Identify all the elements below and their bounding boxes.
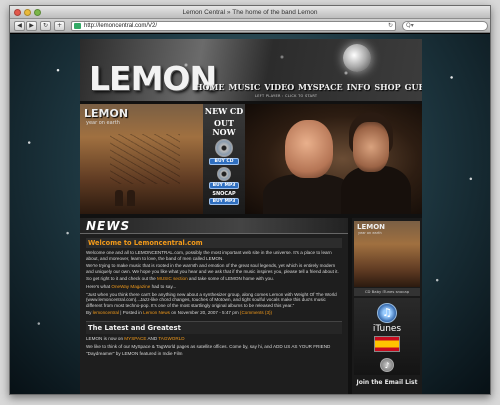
myspace-link[interactable]: MYSPACE	[124, 336, 146, 341]
text-span: AND	[146, 335, 159, 341]
browser-window: Lemon Central » The home of the band Lem…	[9, 5, 491, 395]
main-nav: Home Music Video MySpace Info Shop Guest…	[195, 82, 422, 92]
itunes-note-icon: ♪	[380, 358, 394, 372]
album-subtitle: year on earth	[86, 120, 120, 126]
site-container: LEMON Home Music Video MySpace Info Shop…	[80, 39, 422, 394]
post-paragraph-2: We're trying to make music that is roote…	[86, 263, 339, 274]
figure-silhouette	[127, 190, 135, 206]
itunes-label: iTunes	[372, 324, 402, 334]
player-hint[interactable]: LEFT PLAYER : CLICK TO START	[255, 94, 317, 98]
news-section: NEWS Welcome to Lemoncentral.com Welcome…	[80, 218, 348, 394]
text-span: So get right to it and check out the	[86, 276, 157, 282]
music-section-link[interactable]: MUSIC section	[157, 276, 188, 281]
text-span: and take some of LEMON home with you.	[187, 276, 274, 282]
site-header: LEMON Home Music Video MySpace Info Shop…	[80, 39, 422, 101]
nav-myspace[interactable]: MySpace	[298, 82, 342, 92]
email-list-link[interactable]: Join the Email List	[354, 377, 420, 389]
window-controls	[14, 9, 41, 16]
band-member-1-face	[285, 120, 333, 178]
sidebar-album-band: LEMON	[357, 223, 386, 231]
nav-shop[interactable]: Shop	[374, 82, 400, 92]
nav-info[interactable]: Info	[347, 82, 371, 92]
post-quote: "Just when you think there can't be anyt…	[86, 291, 337, 308]
post-paragraph-3: So get right to it and check out the MUS…	[86, 276, 342, 282]
text-span: | Posted in	[118, 310, 144, 316]
oneway-magazine-link[interactable]: OneWay Magazine	[111, 284, 150, 289]
forward-button[interactable]: ▶	[26, 21, 37, 31]
band-member-2-body	[341, 166, 411, 214]
sidebar-album-cover[interactable]: LEMON year on earth	[354, 221, 420, 287]
post-meta: By lemoncentral | Posted in Lemon News o…	[86, 310, 342, 316]
itunes-badge[interactable]: ♫ iTunes ♪	[354, 298, 420, 375]
news-heading: NEWS	[80, 218, 348, 234]
text-span: By	[86, 310, 93, 316]
address-bar[interactable]: http://lemoncentral.com/V2/ ↻	[71, 21, 396, 31]
author-link[interactable]: lemoncentral	[93, 310, 119, 315]
sidebar: LEMON year on earth CD Baby iTunes snoca…	[352, 218, 422, 394]
new-cd-panel: NEW CD OUT NOW BUY CD BUY MP3 SNOCAP BUY…	[203, 104, 245, 214]
category-link[interactable]: Lemon News	[143, 310, 170, 315]
cd-icon	[215, 139, 233, 157]
band-photo	[245, 104, 422, 214]
post-paragraph-4: Here's what OneWay Magazine had to say..…	[86, 284, 342, 290]
back-button[interactable]: ◀	[14, 21, 25, 31]
text-span: LEMON is now on	[86, 335, 125, 341]
moon-graphic	[343, 44, 371, 72]
minimize-window-button[interactable]	[24, 9, 31, 16]
window-title: Lemon Central » The home of the band Lem…	[182, 9, 318, 16]
nav-video[interactable]: Video	[264, 82, 294, 92]
url-text: http://lemoncentral.com/V2/	[84, 23, 158, 29]
text-span: had to say...	[150, 283, 177, 289]
nav-home[interactable]: Home	[195, 82, 224, 92]
itunes-icon	[217, 167, 231, 181]
new-cd-heading-2: OUT NOW	[212, 118, 236, 137]
cover-texture	[110, 134, 180, 184]
text-span: on November 20, 2007 - 5:47 pm	[169, 310, 240, 316]
buy-mp3-snocap-button[interactable]: BUY MP3	[209, 198, 239, 205]
tagworld-link[interactable]: TAGWORLD	[158, 336, 184, 341]
title-bar: Lemon Central » The home of the band Lem…	[10, 6, 490, 19]
snocap-logo: SNOCAP	[212, 191, 236, 197]
sidebar-album-subtitle: year on earth	[358, 231, 382, 235]
site-logo[interactable]: LEMON	[89, 59, 217, 98]
search-icon: Q▾	[406, 22, 414, 29]
browser-toolbar: ◀ ▶ ↻ + http://lemoncentral.com/V2/ ↻ Q▾	[10, 19, 490, 33]
album-cover[interactable]: LEMON year on earth	[80, 104, 203, 214]
buy-cd-button[interactable]: BUY CD	[209, 158, 239, 165]
close-window-button[interactable]	[14, 9, 21, 16]
comments-link[interactable]: (Comments (3))	[240, 310, 272, 315]
post-title-link[interactable]: Welcome to Lemoncentral.com	[86, 238, 342, 248]
album-band-name: LEMON	[84, 107, 129, 120]
search-field[interactable]: Q▾	[402, 21, 488, 31]
nav-music[interactable]: Music	[228, 82, 260, 92]
reload-icon[interactable]: ↻	[40, 21, 51, 31]
favicon-icon	[74, 23, 81, 29]
nav-guestbook[interactable]: Guestbook	[405, 82, 422, 92]
post-paragraph-1: Welcome one and all to LEMONCENTRAL.com,…	[86, 250, 332, 261]
refresh-icon[interactable]: ↻	[388, 22, 393, 30]
new-cd-heading-1: NEW CD	[204, 106, 244, 116]
zoom-window-button[interactable]	[34, 9, 41, 16]
page-content: LEMON Home Music Video MySpace Info Shop…	[10, 34, 490, 394]
latest-paragraph-2: We like to think of our MySpace & TagWor…	[86, 343, 331, 349]
figure-silhouette	[115, 190, 123, 206]
latest-paragraph-1: LEMON is now on MYSPACE AND TAGWORLD	[86, 336, 342, 342]
add-bookmark-button[interactable]: +	[54, 21, 65, 31]
band-member-2-face	[353, 122, 389, 172]
spain-flag-icon	[374, 336, 400, 352]
buy-mp3-button[interactable]: BUY MP3	[209, 182, 239, 189]
text-span: Here's what	[86, 283, 112, 289]
section-heading: The Latest and Greatest	[86, 320, 342, 334]
store-links[interactable]: CD Baby iTunes snocap	[354, 288, 420, 296]
latest-paragraph-3: "Daydreamer" by LEMON featured in Indie …	[86, 351, 183, 357]
itunes-note-icon: ♫	[377, 303, 397, 323]
